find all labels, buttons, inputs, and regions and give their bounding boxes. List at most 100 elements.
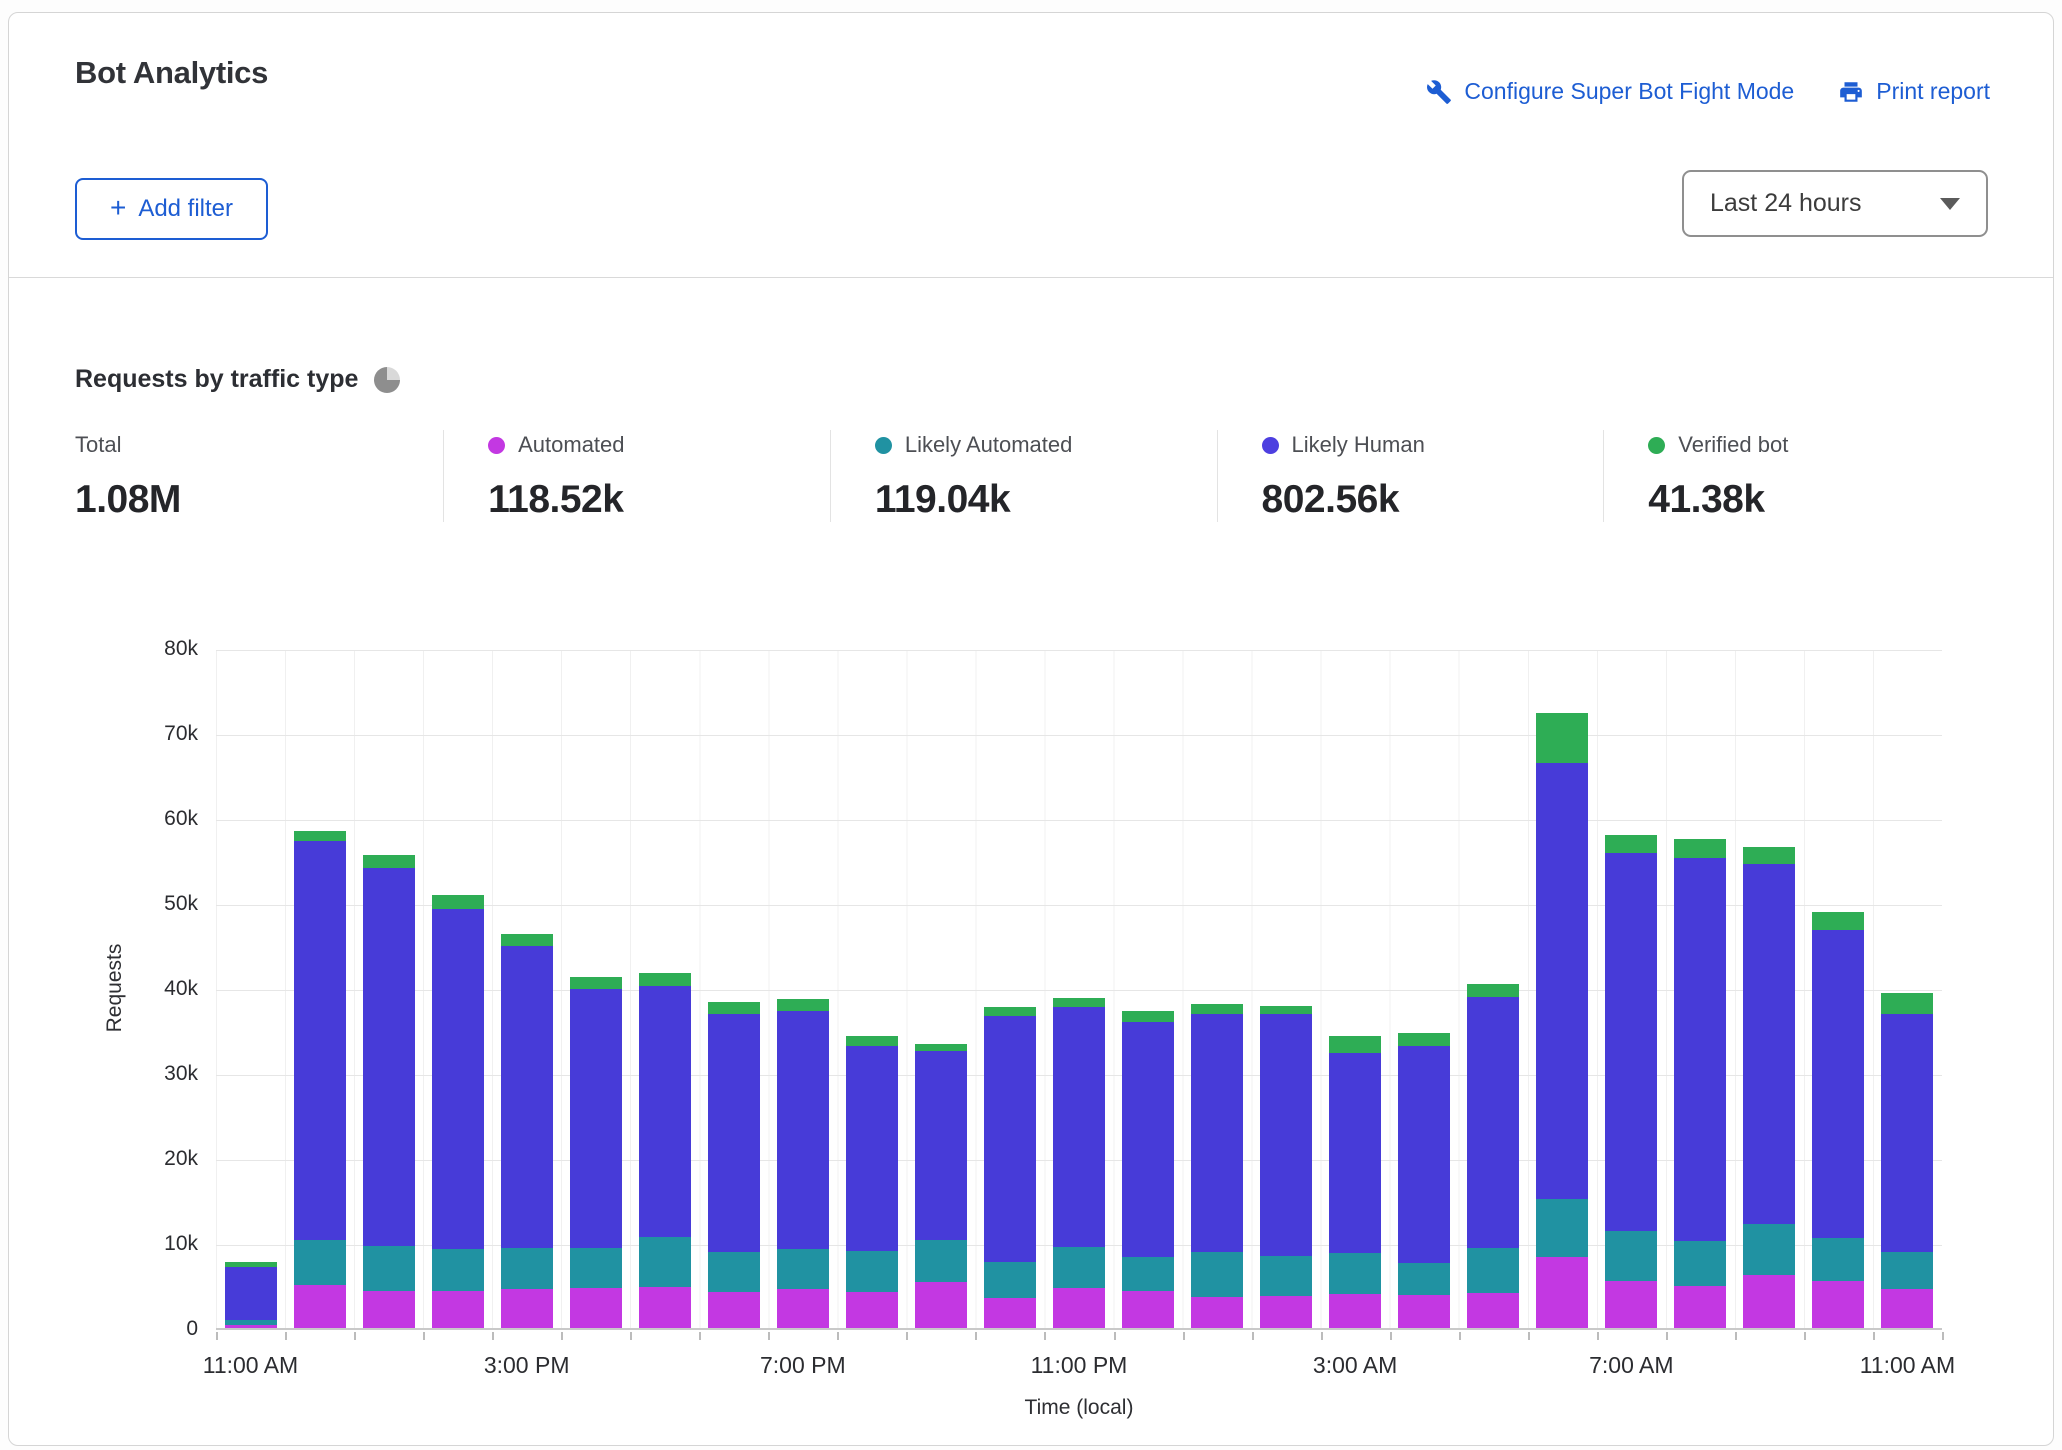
stat-likely-automated: Likely Automated 119.04k <box>830 430 1217 522</box>
bar-segment-verified-bot <box>1812 912 1864 930</box>
y-tick-label: 40k <box>128 977 198 1001</box>
bar-segment-likely-human <box>777 1011 829 1249</box>
bar-segment-likely-human <box>1812 930 1864 1238</box>
x-tickmark <box>1942 1332 1944 1340</box>
stacked-bar[interactable] <box>1329 1036 1381 1328</box>
stat-label: Total <box>75 432 121 458</box>
bar-segment-likely-human <box>708 1014 760 1251</box>
bar-segment-automated <box>708 1292 760 1328</box>
bar-segment-automated <box>1329 1294 1381 1328</box>
bar-segment-automated <box>1122 1291 1174 1328</box>
x-tickmark <box>561 1332 563 1340</box>
stacked-bar[interactable] <box>1881 993 1933 1328</box>
x-tick-label: 3:00 AM <box>1275 1352 1435 1379</box>
stacked-bar[interactable] <box>1674 839 1726 1328</box>
bar-segment-automated <box>363 1291 415 1328</box>
bar-segment-automated <box>1053 1288 1105 1328</box>
x-tickmark <box>216 1332 218 1340</box>
x-tickmark <box>354 1332 356 1340</box>
section-title: Requests by traffic type <box>75 365 358 394</box>
stacked-bar[interactable] <box>1467 984 1519 1328</box>
bar-segment-automated <box>1260 1296 1312 1328</box>
y-axis-title: Requests <box>103 933 127 1043</box>
add-filter-button[interactable]: + Add filter <box>75 178 268 240</box>
stacked-bar[interactable] <box>294 831 346 1328</box>
plot-area[interactable] <box>216 650 1942 1330</box>
bar-segment-likely-human <box>984 1016 1036 1262</box>
x-tickmark <box>1390 1332 1392 1340</box>
x-tickmark <box>768 1332 770 1340</box>
x-tick-label: 11:00 AM <box>1827 1352 1987 1379</box>
bar-segment-verified-bot <box>915 1044 967 1051</box>
stacked-bar[interactable] <box>1605 835 1657 1328</box>
header-links: Configure Super Bot Fight Mode Print rep… <box>1426 78 1990 105</box>
bar-segment-likely-human <box>1881 1014 1933 1252</box>
stacked-bar[interactable] <box>984 1007 1036 1328</box>
x-tickmark <box>492 1332 494 1340</box>
bar-segment-likely-human <box>294 841 346 1240</box>
bar-segment-likely-human <box>1674 858 1726 1241</box>
time-range-value: Last 24 hours <box>1710 189 1862 218</box>
bar-segment-likely-automated <box>639 1237 691 1287</box>
stacked-bar[interactable] <box>708 1002 760 1328</box>
bar-segment-likely-automated <box>432 1249 484 1291</box>
bar-segment-likely-automated <box>846 1251 898 1293</box>
stat-label: Automated <box>518 432 624 458</box>
stacked-bar[interactable] <box>777 999 829 1328</box>
bar-segment-likely-human <box>915 1051 967 1240</box>
bar-segment-likely-human <box>570 989 622 1248</box>
stacked-bar[interactable] <box>432 895 484 1329</box>
legend-dot-likely-human <box>1262 437 1279 454</box>
x-tickmark <box>1735 1332 1737 1340</box>
bar-segment-verified-bot <box>1398 1033 1450 1046</box>
x-tickmark <box>906 1332 908 1340</box>
stacked-bar[interactable] <box>639 973 691 1328</box>
stacked-bar[interactable] <box>846 1036 898 1328</box>
print-link-label: Print report <box>1876 78 1990 105</box>
bar-segment-likely-automated <box>915 1240 967 1283</box>
x-tickmark <box>975 1332 977 1340</box>
stacked-bar[interactable] <box>225 1262 277 1328</box>
x-tickmark <box>285 1332 287 1340</box>
bar-segment-verified-bot <box>708 1002 760 1014</box>
stacked-bar[interactable] <box>1536 713 1588 1328</box>
wrench-icon <box>1426 79 1452 105</box>
stat-value: 41.38k <box>1648 478 1960 522</box>
bar-segment-likely-automated <box>1812 1238 1864 1281</box>
bar-segment-automated <box>432 1291 484 1328</box>
configure-super-bot-fight-mode-link[interactable]: Configure Super Bot Fight Mode <box>1426 78 1794 105</box>
bar-segment-automated <box>501 1289 553 1328</box>
stat-label: Likely Human <box>1292 432 1425 458</box>
stacked-bar[interactable] <box>1812 912 1864 1328</box>
stat-label: Likely Automated <box>905 432 1073 458</box>
bar-segment-likely-automated <box>1743 1224 1795 1275</box>
bar-segment-verified-bot <box>1467 984 1519 997</box>
stacked-bar[interactable] <box>570 977 622 1328</box>
x-tick-label: 7:00 PM <box>723 1352 883 1379</box>
x-tickmark <box>1528 1332 1530 1340</box>
stacked-bar[interactable] <box>1398 1033 1450 1328</box>
bar-segment-likely-automated <box>1467 1248 1519 1293</box>
bar-segment-likely-automated <box>570 1248 622 1288</box>
time-range-dropdown[interactable]: Last 24 hours <box>1682 170 1988 237</box>
stacked-bar[interactable] <box>1122 1011 1174 1328</box>
bar-segment-likely-automated <box>363 1246 415 1290</box>
bar-segment-verified-bot <box>1743 847 1795 864</box>
bar-segment-likely-human <box>639 986 691 1237</box>
stacked-bar[interactable] <box>915 1044 967 1328</box>
print-report-link[interactable]: Print report <box>1838 78 1990 105</box>
bar-segment-automated <box>1536 1257 1588 1328</box>
bar-segment-likely-human <box>1605 853 1657 1231</box>
stacked-bar[interactable] <box>363 855 415 1328</box>
bar-segment-likely-human <box>1743 864 1795 1224</box>
stacked-bar[interactable] <box>1191 1004 1243 1328</box>
bar-segment-automated <box>294 1285 346 1328</box>
stacked-bar[interactable] <box>501 934 553 1328</box>
bar-segment-likely-human <box>1260 1014 1312 1256</box>
stat-value: 1.08M <box>75 478 413 522</box>
stacked-bar[interactable] <box>1053 998 1105 1328</box>
stacked-bar[interactable] <box>1743 847 1795 1328</box>
x-tickmark <box>1183 1332 1185 1340</box>
bar-segment-verified-bot <box>1536 713 1588 763</box>
stacked-bar[interactable] <box>1260 1006 1312 1328</box>
